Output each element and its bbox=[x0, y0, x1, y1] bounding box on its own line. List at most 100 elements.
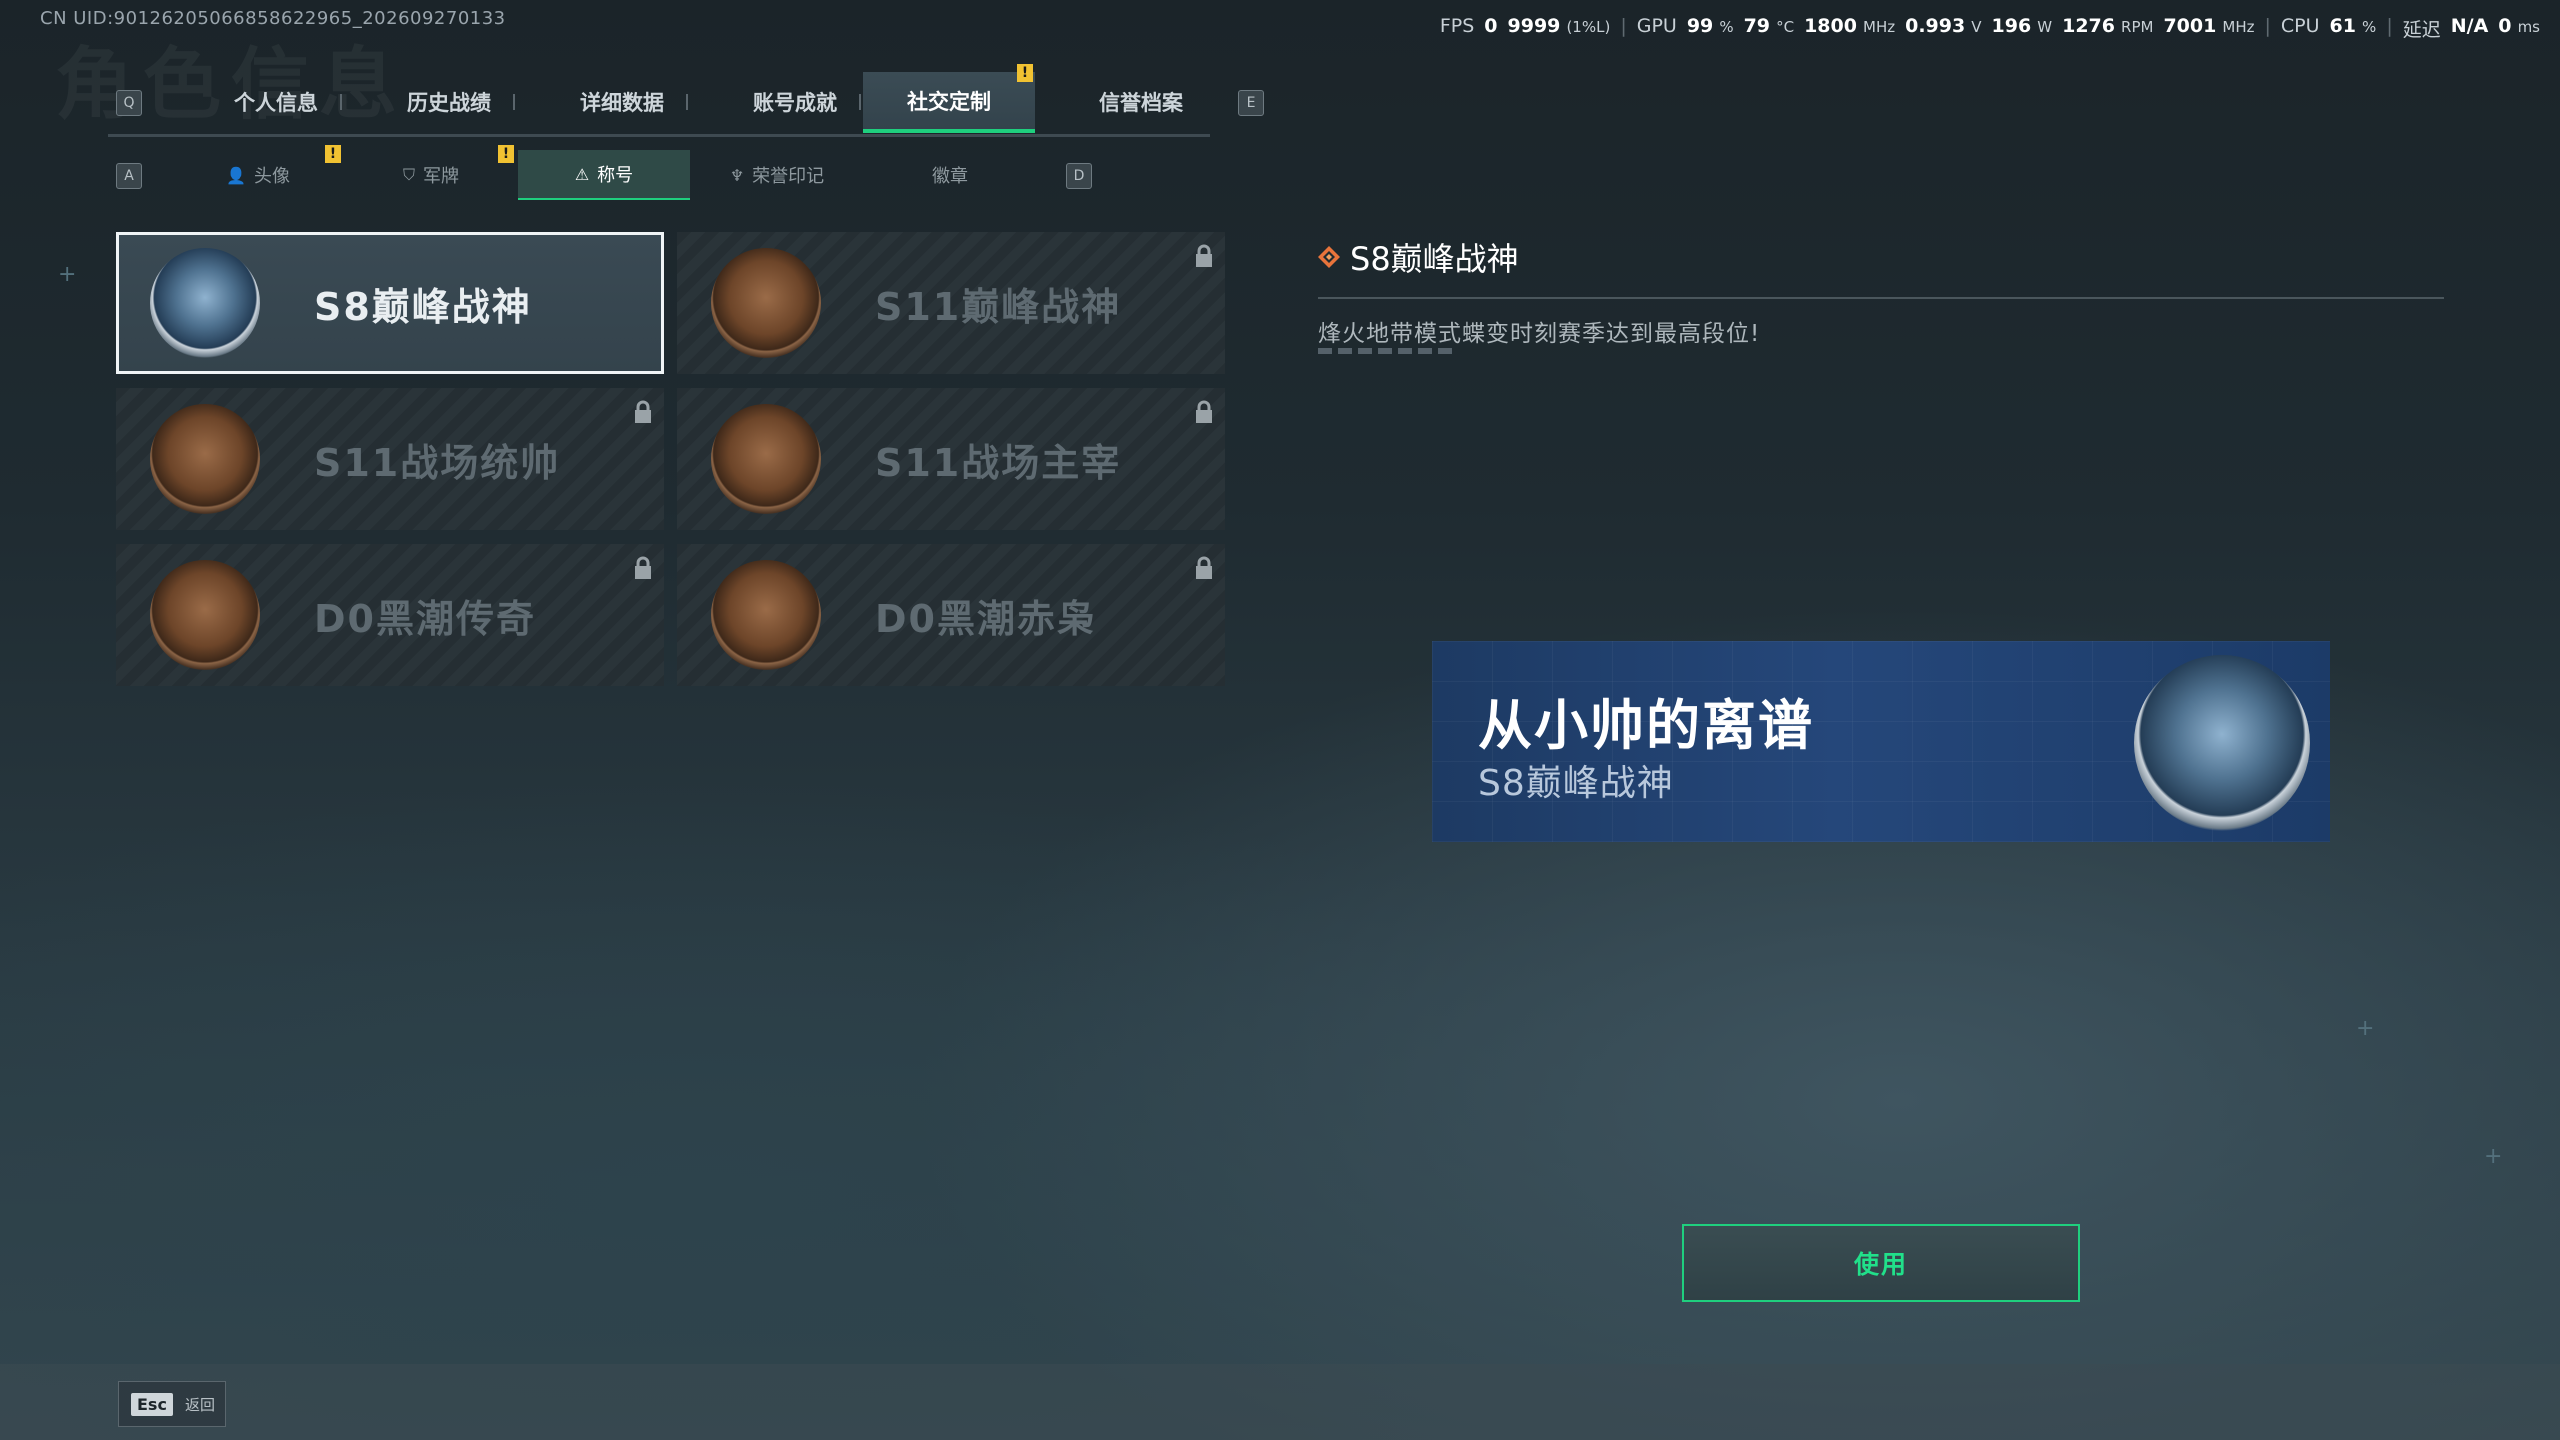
subtab-avatar[interactable]: 👤 头像 bbox=[172, 150, 344, 200]
preview-title: S8巅峰战神 bbox=[1478, 763, 1674, 804]
lock-icon bbox=[635, 556, 651, 579]
title-card-label: S8巅峰战神 bbox=[314, 285, 532, 329]
title-preview-banner: 从小帅的离谱 S8巅峰战神 bbox=[1432, 641, 2330, 842]
fan-unit: RPM bbox=[2121, 18, 2154, 36]
person-icon: 👤 bbox=[226, 165, 246, 185]
triangle-icon: ⚠ bbox=[574, 164, 590, 184]
title-card-d0-black-tide-legend[interactable]: D0黑潮传奇 bbox=[116, 544, 664, 686]
fps-label: FPS bbox=[1439, 15, 1475, 37]
gpu-clock-unit: MHz bbox=[1863, 18, 1896, 36]
performance-overlay: FPS 0 9999 (1%L) | GPU 99 % 79 °C 1800 M… bbox=[1439, 15, 2540, 41]
detail-underline-decoration bbox=[1318, 348, 1452, 354]
use-button[interactable]: 使用 bbox=[1682, 1224, 2080, 1302]
diamond-icon bbox=[1318, 246, 1340, 268]
lock-icon bbox=[1196, 400, 1212, 423]
tab-personal-info[interactable]: 个人信息 bbox=[190, 72, 362, 132]
title-card-label: S11战场统帅 bbox=[314, 441, 561, 485]
cpu-label: CPU bbox=[2280, 15, 2320, 37]
tab-account-achievements[interactable]: 账号成就 bbox=[709, 72, 881, 132]
bronze-tank-emblem-icon bbox=[711, 248, 821, 358]
ping-unit: ms bbox=[2517, 18, 2540, 36]
notification-badge: ! bbox=[1017, 64, 1033, 82]
tab-divider bbox=[340, 94, 342, 110]
subtab-avatar-label: 头像 bbox=[253, 166, 290, 187]
subtab-badge-label: 徽章 bbox=[932, 166, 968, 187]
cpu-usage-unit: % bbox=[2362, 18, 2377, 36]
subtab-dogtag[interactable]: ⛉ 军牌 bbox=[345, 150, 517, 200]
detail-title-label: S8巅峰战神 bbox=[1350, 240, 1519, 278]
uid-label: CN UID:9012620506685862​2965_20260927013… bbox=[40, 8, 506, 29]
tab-divider bbox=[859, 94, 861, 110]
title-card-d0-black-tide-owl[interactable]: D0黑潮赤枭 bbox=[677, 544, 1225, 686]
back-button[interactable]: Esc 返回 bbox=[118, 1381, 226, 1427]
title-card-s11-battlefield-ruler[interactable]: S11战场主宰 bbox=[677, 388, 1225, 530]
bronze-arch-emblem-icon bbox=[711, 404, 821, 514]
back-label: 返回 bbox=[184, 1395, 215, 1414]
tab-match-history[interactable]: 历史战绩 bbox=[363, 72, 535, 132]
detail-title: S8巅峰战神 bbox=[1318, 234, 1519, 280]
lock-icon bbox=[635, 400, 651, 423]
tab-detailed-data[interactable]: 详细数据 bbox=[536, 72, 708, 132]
tab-divider bbox=[686, 94, 688, 110]
title-card-s11-peak-god[interactable]: S11巅峰战神 bbox=[677, 232, 1225, 374]
title-card-label: S11战场主宰 bbox=[875, 441, 1122, 485]
esc-key-hint: Esc bbox=[131, 1392, 173, 1416]
gpu-power-unit: W bbox=[2037, 18, 2053, 36]
latency-label: 延迟 bbox=[2402, 19, 2441, 41]
latency-value: N/A bbox=[2450, 15, 2489, 37]
wings-icon: ♆ bbox=[729, 165, 745, 185]
prev-subtab-key-hint[interactable]: A bbox=[116, 163, 142, 189]
blue-wings-emblem-icon bbox=[2134, 655, 2310, 831]
crosshair-decoration: + bbox=[2356, 1016, 2375, 1041]
subtab-honor-mark-label: 荣誉印记 bbox=[752, 166, 825, 187]
subtab-dogtag-label: 军牌 bbox=[423, 166, 459, 187]
subtab-title[interactable]: ⚠ 称号 bbox=[518, 150, 690, 200]
fps-low-value: 9999 bbox=[1507, 15, 1561, 37]
gpu-clock: 1800 bbox=[1804, 15, 1857, 37]
subtab-honor-mark[interactable]: ♆ 荣誉印记 bbox=[691, 150, 863, 200]
next-subtab-key-hint[interactable]: D bbox=[1066, 163, 1092, 189]
bronze-hooded-emblem-icon bbox=[150, 560, 260, 670]
gpu-temp: 79 bbox=[1743, 15, 1771, 37]
ping-value: 0 bbox=[2498, 15, 2512, 37]
gpu-voltage-unit: V bbox=[1971, 18, 1982, 36]
next-tab-key-hint[interactable]: E bbox=[1238, 90, 1264, 116]
detail-description: 烽火地带模式蝶变时刻赛季达到最高段位! bbox=[1318, 321, 1761, 347]
crosshair-decoration: + bbox=[58, 262, 77, 287]
preview-player-name: 从小帅的离谱 bbox=[1478, 694, 1814, 757]
gpu-usage: 99 bbox=[1686, 15, 1714, 37]
tab-divider bbox=[513, 94, 515, 110]
title-card-s11-battlefield-commander[interactable]: S11战场统帅 bbox=[116, 388, 664, 530]
footer-bar bbox=[0, 1364, 2560, 1440]
title-card-label: D0黑潮赤枭 bbox=[875, 597, 1097, 641]
blue-wings-emblem-icon bbox=[150, 248, 260, 358]
detail-divider bbox=[1318, 297, 2444, 299]
bronze-skull-emblem-icon bbox=[711, 560, 821, 670]
title-card-s8-peak-god[interactable]: S8巅峰战神 bbox=[116, 232, 664, 374]
mem-clock: 7001 bbox=[2163, 15, 2217, 37]
notification-badge: ! bbox=[325, 145, 341, 163]
main-tab-bar: 个人信息 历史战绩 详细数据 账号成就 社交定制 信誉档案 bbox=[108, 72, 1210, 137]
fps-low-suffix: (1%L) bbox=[1566, 18, 1611, 36]
tab-social-customization[interactable]: 社交定制 bbox=[863, 72, 1035, 133]
title-card-label: S11巅峰战神 bbox=[875, 285, 1122, 329]
mem-clock-unit: MHz bbox=[2222, 18, 2255, 36]
lock-icon bbox=[1196, 244, 1212, 267]
tag-icon: ⛉ bbox=[402, 165, 415, 184]
title-card-label: D0黑潮传奇 bbox=[314, 597, 536, 641]
subtab-title-label: 称号 bbox=[597, 165, 634, 186]
cpu-usage: 61 bbox=[2329, 15, 2356, 37]
gpu-temp-unit: °C bbox=[1776, 18, 1795, 36]
gpu-label: GPU bbox=[1636, 15, 1677, 37]
notification-badge: ! bbox=[498, 145, 514, 163]
tab-reputation-file[interactable]: 信誉档案 bbox=[1055, 72, 1227, 132]
gpu-voltage: 0.993 bbox=[1905, 15, 1966, 37]
gpu-usage-unit: % bbox=[1719, 18, 1734, 36]
fan-speed: 1276 bbox=[2062, 15, 2115, 37]
lock-icon bbox=[1196, 556, 1212, 579]
subtab-badge[interactable]: 徽章 bbox=[864, 150, 1036, 200]
crosshair-decoration: + bbox=[2484, 1144, 2503, 1169]
gpu-power: 196 bbox=[1991, 15, 2032, 37]
fps-value: 0 bbox=[1484, 15, 1498, 37]
bronze-apc-emblem-icon bbox=[150, 404, 260, 514]
